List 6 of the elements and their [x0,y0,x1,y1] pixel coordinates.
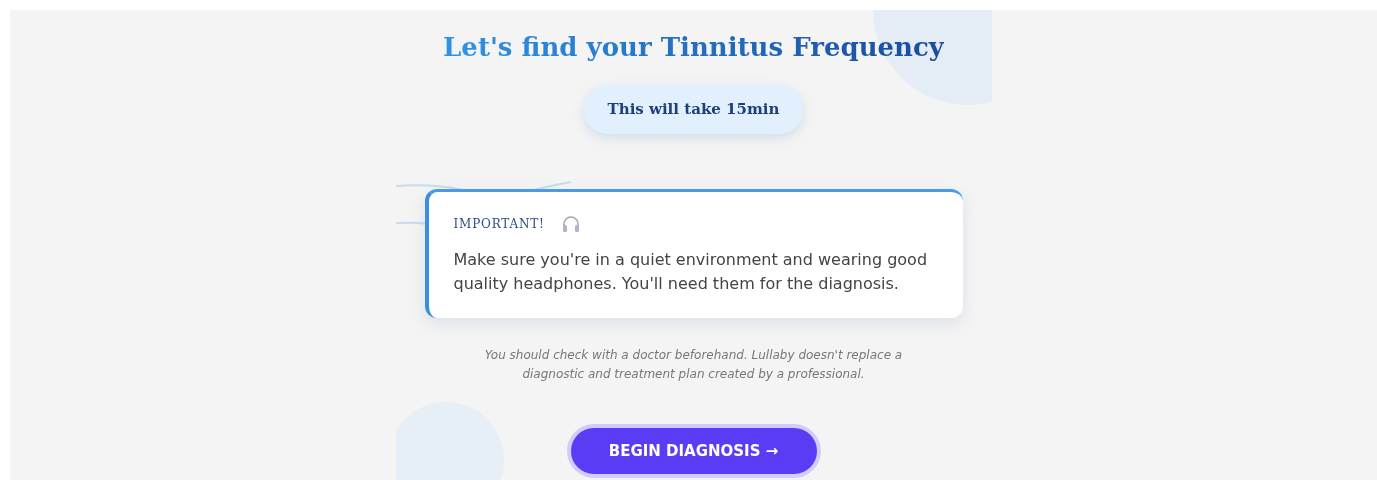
notice-label: IMPORTANT! [453,215,545,233]
headphones-icon [560,213,581,234]
begin-diagnosis-button[interactable]: BEGIN DIAGNOSIS → [566,424,821,479]
duration-badge: This will take 15min [583,85,804,134]
notice-text: Make sure you're in a quiet environment and wearing good quality headphones. You'll need them for the diagnosis. [453,248,929,295]
disclaimer-text: You should check with a doctor beforehand. Lullaby doesn't replace a diagnostic and treatment plan created by a professional. [483,346,904,383]
